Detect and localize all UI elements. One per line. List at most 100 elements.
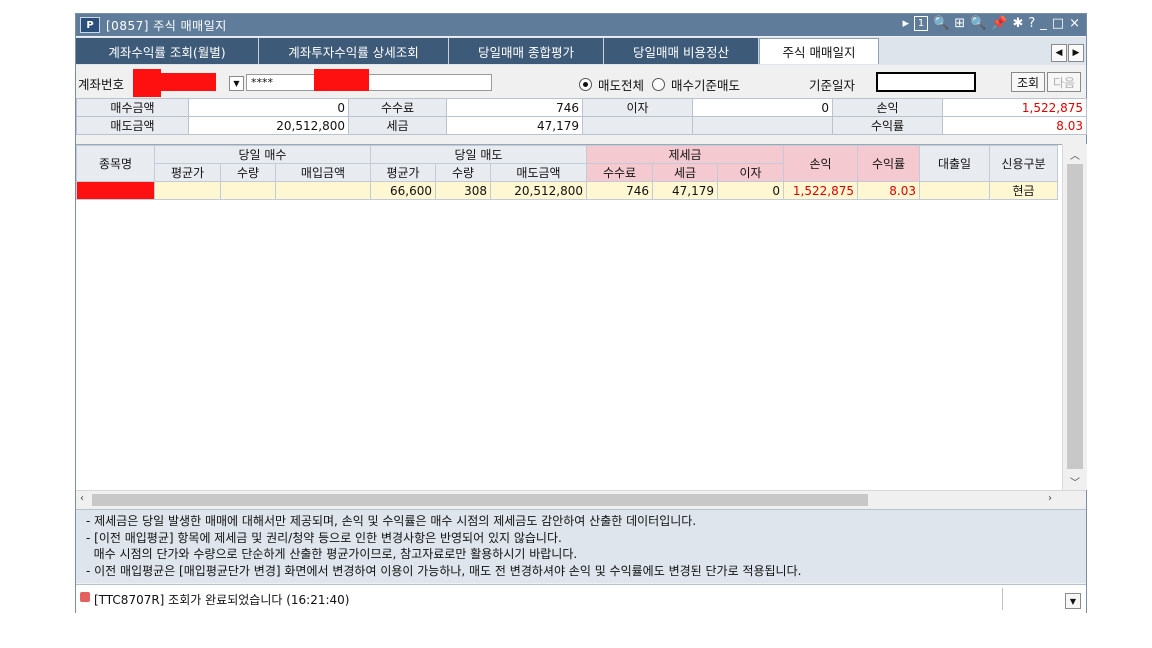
scroll-right-icon[interactable]: › (1048, 493, 1052, 504)
note-line: - 이전 매입평균은 [매입평균단가 변경] 화면에서 변경하여 이용이 가능하… (86, 563, 802, 578)
row-tax: 47,179 (652, 181, 718, 200)
date-field[interactable] (876, 72, 976, 92)
buy-amount-label: 매수금액 (76, 98, 189, 117)
sell-amount-value: 20,512,800 (188, 116, 349, 135)
row-sell-avg: 66,600 (370, 181, 436, 200)
pl-value: 1,522,875 (942, 98, 1087, 117)
row-sell-qty: 308 (435, 181, 491, 200)
table-row[interactable]: 66,600 308 20,512,800 746 47,179 0 1,522… (76, 181, 1058, 200)
summary-empty-cell (582, 116, 693, 135)
tab-scroll-buttons: ◀ ▶ (1051, 44, 1084, 62)
note-line: - [이전 매입평균] 항목에 제세금 및 권리/청약 등으로 인한 변경사항은… (86, 530, 562, 545)
radio-buy-basis-label[interactable]: 매수기준매도 (671, 75, 740, 94)
header-return[interactable]: 수익률 (857, 145, 920, 182)
journal-grid: 종목명 당일 매수 당일 매도 제세금 손익 수익률 대출일 신용구분 평균가 … (76, 144, 1062, 491)
header-buy-qty[interactable]: 수량 (220, 163, 276, 182)
header-sell-group: 당일 매도 (370, 145, 587, 164)
row-buy-amount (275, 181, 371, 200)
tab-trading-journal[interactable]: 주식 매매일지 (759, 38, 879, 64)
header-tax-group: 제세금 (586, 145, 784, 164)
row-pl: 1,522,875 (783, 181, 858, 200)
radio-all-sell-label[interactable]: 매도전체 (598, 75, 644, 94)
redacted-account-number[interactable] (161, 73, 216, 91)
query-button[interactable]: 조회 (1011, 72, 1045, 92)
speaker-icon (80, 592, 90, 602)
next-button[interactable]: 다음 (1047, 72, 1081, 92)
header-interest[interactable]: 이자 (717, 163, 784, 182)
date-label: 기준일자 (809, 78, 856, 93)
header-buy-avg[interactable]: 평균가 (154, 163, 221, 182)
scroll-up-icon[interactable]: ︿ (1070, 147, 1080, 162)
header-stock-name[interactable]: 종목명 (76, 145, 155, 182)
interest-label: 이자 (582, 98, 693, 117)
password-field[interactable]: **** (246, 74, 492, 91)
app-logo-icon: P (80, 17, 100, 33)
query-toolbar: 계좌번호 ▼ **** 매도전체 매수기준매도 기준일자 조회 다음 (76, 69, 1086, 97)
radio-buy-basis[interactable] (652, 78, 666, 91)
header-pl[interactable]: 손익 (783, 145, 858, 182)
close-icon[interactable]: × (1069, 16, 1080, 31)
header-loan-date[interactable]: 대출일 (919, 145, 990, 182)
header-credit-type[interactable]: 신용구분 (989, 145, 1058, 182)
scroll-left-icon[interactable]: ‹ (80, 493, 84, 504)
vertical-scrollbar[interactable]: ︿ ﹀ (1062, 144, 1087, 490)
tab-monthly-return[interactable]: 계좌수익률 조회(월별) (76, 38, 259, 64)
layout-icon[interactable]: ⊞ (954, 16, 965, 31)
buy-amount-value: 0 (188, 98, 349, 117)
row-loan-date (919, 181, 990, 200)
return-value: 8.03 (942, 116, 1087, 135)
header-sell-avg[interactable]: 평균가 (370, 163, 436, 182)
status-message: [TTC8707R] 조회가 완료되었습니다 (16:21:40) (94, 593, 350, 607)
row-interest: 0 (717, 181, 784, 200)
row-fee: 746 (586, 181, 653, 200)
redacted-account-name (314, 69, 369, 91)
summary-table: 매수금액 0 수수료 746 이자 0 손익 1,522,875 매도금액 20… (76, 98, 1087, 135)
tab-daily-cost[interactable]: 당일매매 비용정산 (604, 38, 759, 64)
tax-label: 세금 (348, 116, 447, 135)
status-extra-box: ▼ (1002, 588, 1087, 610)
sell-filter-radios: 매도전체 매수기준매도 (579, 75, 740, 94)
row-credit-type: 현금 (989, 181, 1058, 200)
row-stock-name-redacted[interactable] (76, 181, 155, 200)
summary-empty-cell-2 (692, 116, 833, 135)
header-sell-amount[interactable]: 매도금액 (490, 163, 587, 182)
search-icon[interactable]: 🔍 (970, 16, 986, 31)
tab-investment-return-detail[interactable]: 계좌투자수익률 상세조회 (259, 38, 449, 64)
journal-table: 종목명 당일 매수 당일 매도 제세금 손익 수익률 대출일 신용구분 평균가 … (76, 145, 1058, 200)
note-line: - 제세금은 당일 발생한 매매에 대해서만 제공되며, 손익 및 수익률은 매… (86, 514, 697, 528)
redacted-account-part (133, 69, 161, 97)
fee-value: 746 (446, 98, 583, 117)
scroll-down-icon[interactable]: ﹀ (1070, 474, 1080, 489)
note-line: 매수 시점의 단가와 수량으로 단순하게 산출한 평균가이므로, 참고자료로만 … (86, 547, 578, 561)
title-bar: P [0857] 주식 매매일지 ▸ 1 🔍 ⊞ 🔍 📌 ✱ ? _ □ × (76, 14, 1086, 36)
tab-bar: 계좌수익률 조회(월별) 계좌투자수익률 상세조회 당일매매 종합평가 당일매매… (76, 37, 1086, 65)
account-label: 계좌번호 (78, 77, 125, 92)
settings-icon[interactable]: ✱ (1012, 16, 1023, 31)
pl-label: 손익 (832, 98, 943, 117)
link-arrow-icon[interactable]: ▸ (902, 16, 909, 31)
status-dropdown-icon[interactable]: ▼ (1065, 593, 1081, 609)
header-tax[interactable]: 세금 (652, 163, 718, 182)
sell-amount-label: 매도금액 (76, 116, 189, 135)
header-fee[interactable]: 수수료 (586, 163, 653, 182)
horizontal-scroll-thumb[interactable] (92, 494, 868, 506)
tab-daily-evaluation[interactable]: 당일매매 종합평가 (449, 38, 604, 64)
header-buy-amount[interactable]: 매입금액 (275, 163, 371, 182)
header-sell-qty[interactable]: 수량 (435, 163, 491, 182)
interest-value: 0 (692, 98, 833, 117)
zoom-icon[interactable]: 🔍 (933, 16, 949, 31)
minimize-icon[interactable]: _ (1040, 16, 1047, 31)
pin-icon[interactable]: 📌 (991, 16, 1007, 31)
row-buy-avg (154, 181, 221, 200)
screen-one-icon[interactable]: 1 (914, 16, 929, 31)
header-buy-group: 당일 매수 (154, 145, 371, 164)
tab-scroll-right-icon[interactable]: ▶ (1068, 44, 1084, 62)
help-icon[interactable]: ? (1028, 16, 1035, 31)
maximize-icon[interactable]: □ (1052, 16, 1064, 31)
radio-all-sell[interactable] (579, 78, 592, 91)
vertical-scroll-thumb[interactable] (1067, 164, 1083, 469)
horizontal-scrollbar[interactable]: ‹ › (76, 490, 1086, 509)
title-bar-icons: ▸ 1 🔍 ⊞ 🔍 📌 ✱ ? _ □ × (902, 16, 1080, 31)
account-dropdown-icon[interactable]: ▼ (229, 76, 244, 91)
tab-scroll-left-icon[interactable]: ◀ (1051, 44, 1067, 62)
